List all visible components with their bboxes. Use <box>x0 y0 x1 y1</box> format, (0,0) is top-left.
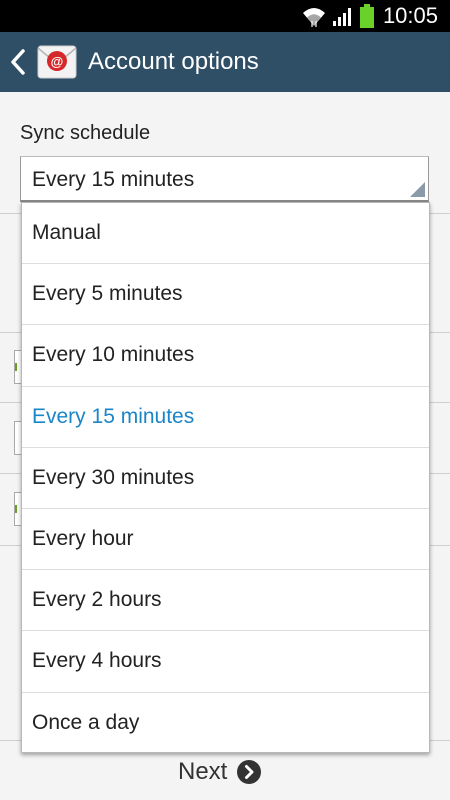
option-every-4-hours[interactable]: Every 4 hours <box>22 631 429 693</box>
option-label: Every 5 minutes <box>32 282 183 306</box>
option-label: Every 2 hours <box>32 588 162 612</box>
status-bar: 10:05 <box>0 0 450 32</box>
svg-text:@: @ <box>51 54 64 69</box>
option-label: Every 15 minutes <box>32 404 195 428</box>
next-button[interactable]: Next <box>178 755 278 789</box>
chevron-right-circle-icon <box>237 760 262 784</box>
option-manual[interactable]: Manual <box>22 203 429 265</box>
option-once-a-day[interactable]: Once a day <box>22 693 429 753</box>
sync-schedule-dropdown: Manual Every 5 minutes Every 10 minutes … <box>21 202 430 753</box>
option-every-5-minutes[interactable]: Every 5 minutes <box>22 264 429 326</box>
option-label: Manual <box>32 221 101 245</box>
option-label: Once a day <box>32 711 140 735</box>
dropdown-arrow-icon <box>410 182 425 197</box>
sync-schedule-select[interactable]: Every 15 minutes <box>20 156 429 202</box>
option-every-30-minutes[interactable]: Every 30 minutes <box>22 448 429 509</box>
option-every-10-minutes[interactable]: Every 10 minutes <box>22 325 429 387</box>
battery-icon <box>360 4 374 28</box>
option-label: Every 4 hours <box>32 649 162 673</box>
back-chevron-icon[interactable] <box>10 49 26 75</box>
signal-icon <box>333 8 351 26</box>
option-label: Every 30 minutes <box>32 465 195 489</box>
email-app-icon[interactable]: @ <box>37 42 77 82</box>
next-label: Next <box>178 758 228 785</box>
sync-schedule-value: Every 15 minutes <box>32 168 195 191</box>
option-every-hour[interactable]: Every hour <box>22 509 429 571</box>
option-label: Every hour <box>32 527 134 551</box>
option-label: Every 10 minutes <box>32 343 195 367</box>
status-time: 10:05 <box>382 3 438 28</box>
action-bar: @ Account options <box>0 32 450 92</box>
option-every-2-hours[interactable]: Every 2 hours <box>22 570 429 632</box>
wifi-icon <box>303 8 325 27</box>
checkmark-icon <box>15 363 19 371</box>
option-every-15-minutes[interactable]: Every 15 minutes <box>22 387 429 448</box>
sync-schedule-label: Sync schedule <box>20 122 151 144</box>
page-title: Account options <box>88 48 259 75</box>
checkmark-icon <box>15 505 19 513</box>
